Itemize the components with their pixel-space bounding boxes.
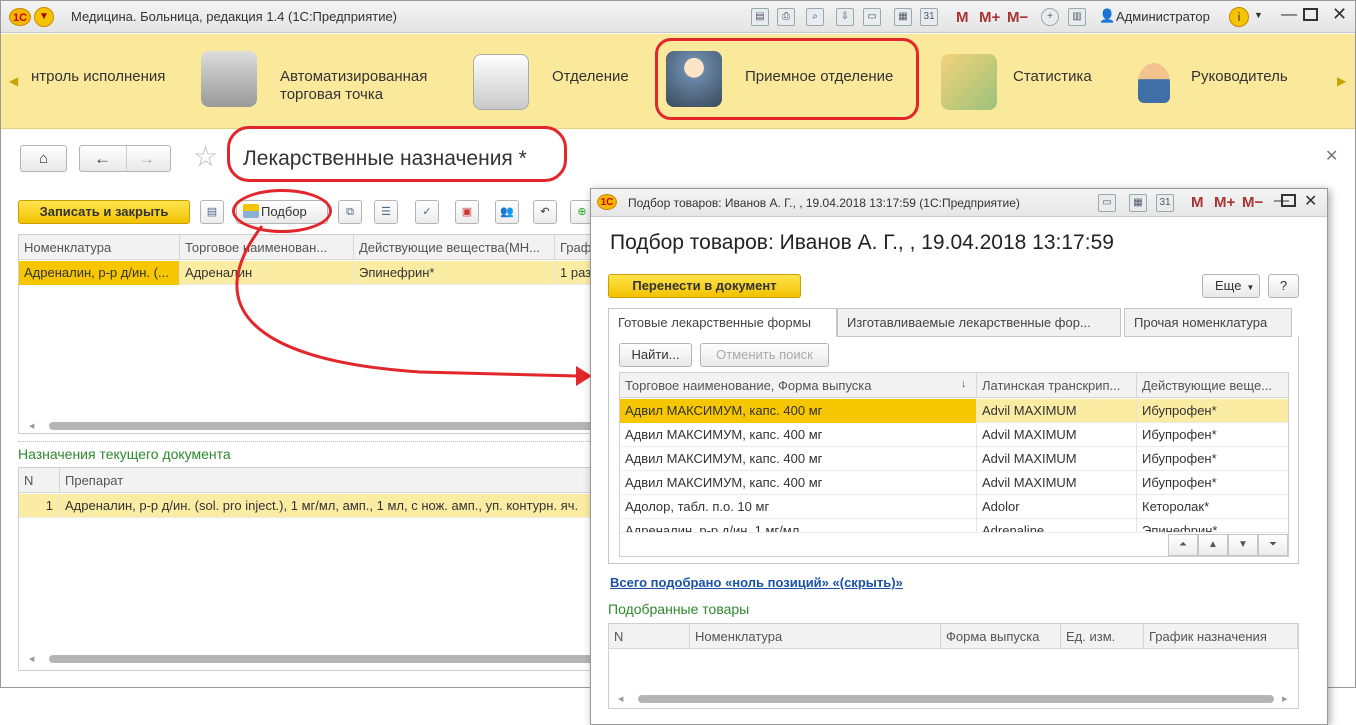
scroll-top-icon[interactable]: ⏶ [1168, 534, 1198, 556]
cell[interactable]: Advil MAXIMUM [977, 399, 1137, 423]
col-form[interactable]: Форма выпуска [941, 624, 1061, 649]
picked-grid-scrollbar[interactable] [638, 695, 1274, 703]
chevron-down-icon: ▼ [1246, 283, 1255, 292]
more-label: Еще [1215, 278, 1242, 293]
cell[interactable]: Ибупрофен* [1137, 399, 1288, 423]
cell[interactable]: Адвил МАКСИМУМ, капс. 400 мг [620, 471, 977, 495]
col-substances[interactable]: Действующие веще... [1137, 373, 1288, 398]
find-button[interactable]: Найти... [619, 343, 692, 367]
cell[interactable]: Advil MAXIMUM [977, 423, 1137, 447]
cell[interactable]: Advil MAXIMUM [977, 471, 1137, 495]
cancel-find-button[interactable]: Отменить поиск [700, 343, 829, 367]
cell[interactable]: Адреналин, р-р д/ин. 1 мг/мл [620, 519, 977, 532]
cell[interactable]: Advil MAXIMUM [977, 447, 1137, 471]
dialog-heading: Подбор товаров: Иванов А. Г., , 19.04.20… [610, 231, 1114, 254]
pick-dialog: 1С Подбор товаров: Иванов А. Г., , 19.04… [590, 188, 1328, 725]
col-trade-name[interactable]: Торговое наименование, Форма выпуска [620, 373, 977, 398]
goods-grid: Торговое наименование, Форма выпуска ↓ Л… [619, 372, 1289, 557]
scroll-up-icon[interactable]: ▲ [1198, 534, 1228, 556]
dialog-title-bar: 1С Подбор товаров: Иванов А. Г., , 19.04… [591, 189, 1327, 217]
table-row[interactable]: Адвил МАКСИМУМ, капс. 400 мг Advil MAXIM… [620, 399, 1288, 423]
col-unit[interactable]: Ед. изм. [1061, 624, 1144, 649]
cell[interactable]: Ибупрофен* [1137, 471, 1288, 495]
m-button[interactable]: M [1191, 194, 1204, 211]
picked-title: Подобранные товары [608, 601, 750, 617]
close-icon[interactable]: ✕ [1304, 191, 1317, 211]
cell[interactable]: Ибупрофен* [1137, 447, 1288, 471]
picked-grid-header: N Номенклатура Форма выпуска Ед. изм. Гр… [609, 624, 1298, 649]
cell[interactable]: Ибупрофен* [1137, 423, 1288, 447]
summary-link[interactable]: Всего подобрано «ноль позиций» «(скрыть)… [610, 575, 903, 590]
more-button[interactable]: Еще ▼ [1202, 274, 1260, 298]
tab-other[interactable]: Прочая номенклатура [1124, 308, 1292, 337]
col-schedule[interactable]: График назначения [1144, 624, 1298, 649]
cell[interactable]: Адвил МАКСИМУМ, капс. 400 мг [620, 447, 977, 471]
tab-ready-forms[interactable]: Готовые лекарственные формы [608, 308, 837, 337]
scroll-right-icon[interactable]: ▶ [1282, 695, 1287, 703]
col-latin[interactable]: Латинская транскрип... [977, 373, 1137, 398]
cell[interactable]: Адвил МАКСИМУМ, капс. 400 мг [620, 399, 977, 423]
cell[interactable]: Кеторолак* [1137, 495, 1288, 519]
scroll-left-icon[interactable]: ◀ [618, 695, 623, 703]
cell[interactable]: Адолор, табл. п.о. 10 мг [620, 495, 977, 519]
goods-grid-header: Торговое наименование, Форма выпуска ↓ Л… [620, 373, 1288, 398]
help-button[interactable]: ? [1268, 274, 1299, 298]
scroll-bottom-icon[interactable]: ⏷ [1258, 534, 1288, 556]
table-row[interactable]: Адвил МАКСИМУМ, капс. 400 мг Advil MAXIM… [620, 423, 1288, 447]
cell[interactable]: Эпинефрин* [1137, 519, 1288, 532]
cell[interactable]: Adrenaline [977, 519, 1137, 532]
tab-manufactured-forms[interactable]: Изготавливаемые лекарственные фор... [837, 308, 1121, 337]
col-nomenclature[interactable]: Номенклатура [690, 624, 941, 649]
dialog-logo-icon: 1С [597, 194, 617, 210]
maximize-icon[interactable] [1281, 194, 1296, 207]
sort-down-icon: ↓ [961, 378, 967, 390]
table-row[interactable]: Адолор, табл. п.о. 10 мг Adolor Кеторола… [620, 495, 1288, 519]
table-row[interactable]: Адвил МАКСИМУМ, капс. 400 мг Advil MAXIM… [620, 447, 1288, 471]
scroll-down-icon[interactable]: ▼ [1228, 534, 1258, 556]
m-minus-button[interactable]: M− [1242, 194, 1263, 211]
calendar-icon[interactable]: 31 [1156, 194, 1174, 212]
col-n[interactable]: N [609, 624, 690, 649]
calculator-icon[interactable]: ▦ [1129, 194, 1147, 212]
cell[interactable]: Adolor [977, 495, 1137, 519]
cell[interactable]: Адвил МАКСИМУМ, капс. 400 мг [620, 423, 977, 447]
picked-grid: N Номенклатура Форма выпуска Ед. изм. Гр… [608, 623, 1299, 709]
transfer-button[interactable]: Перенести в документ [608, 274, 801, 298]
m-plus-button[interactable]: M+ [1214, 194, 1235, 211]
table-row[interactable]: Адвил МАКСИМУМ, капс. 400 мг Advil MAXIM… [620, 471, 1288, 495]
dialog-window-title: Подбор товаров: Иванов А. Г., , 19.04.20… [628, 196, 1020, 210]
scanner-icon[interactable]: ▭ [1098, 194, 1116, 212]
table-row[interactable]: Адреналин, р-р д/ин. 1 мг/мл Adrenaline … [620, 519, 1288, 533]
